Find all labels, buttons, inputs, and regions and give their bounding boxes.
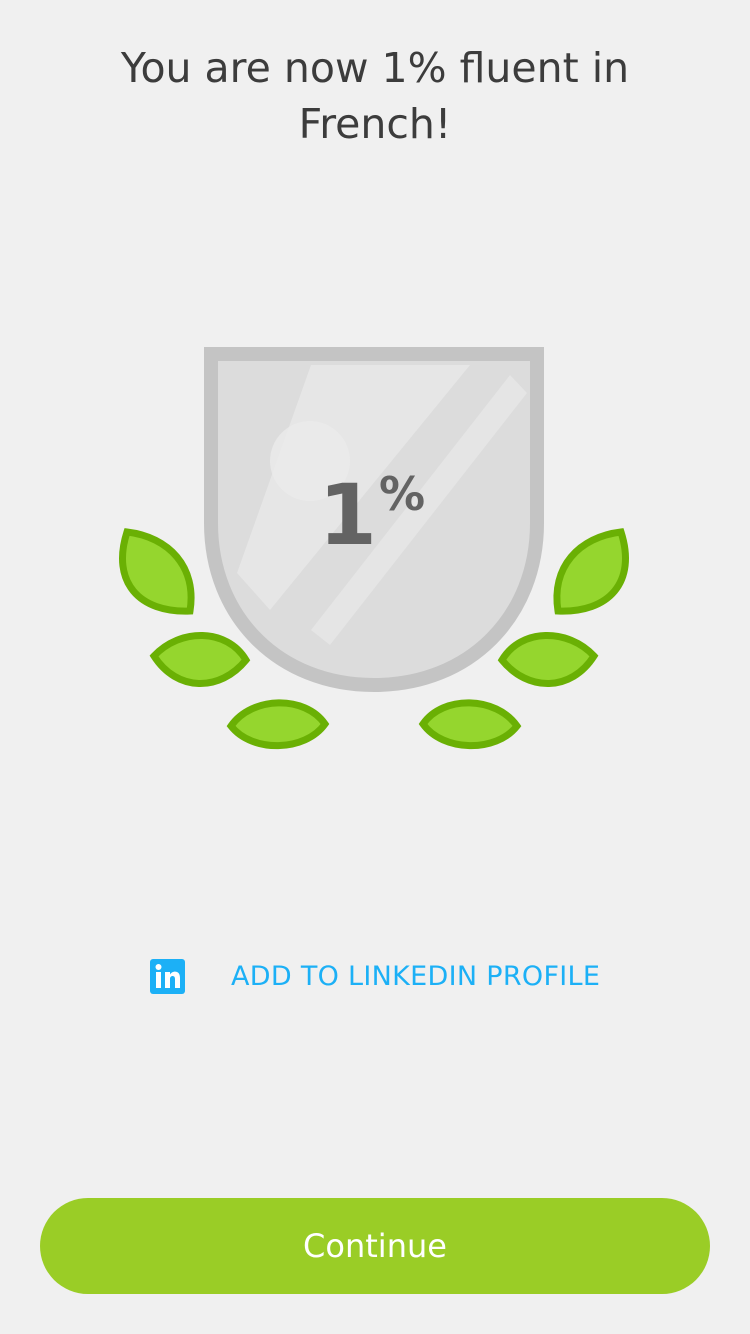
add-to-linkedin-button[interactable]: ADD TO LINKEDIN PROFILE: [150, 956, 610, 996]
fluency-badge: 1 %: [115, 345, 635, 765]
leaf-icon: [418, 699, 522, 750]
leaf-icon: [497, 632, 599, 687]
leaf-icon: [553, 528, 629, 615]
page-title: You are now 1% fluent in French!: [120, 44, 630, 148]
leaf-icon: [226, 699, 330, 750]
linkedin-label: ADD TO LINKEDIN PROFILE: [231, 960, 601, 992]
linkedin-icon: [150, 958, 185, 994]
leaf-icon: [119, 528, 195, 615]
continue-button[interactable]: Continue: [40, 1198, 710, 1294]
leaf-icon: [149, 632, 251, 687]
badge-number: 1: [319, 466, 377, 564]
shield-laurel-icon: 1 %: [119, 347, 629, 750]
badge-percent-sign: %: [379, 467, 425, 521]
